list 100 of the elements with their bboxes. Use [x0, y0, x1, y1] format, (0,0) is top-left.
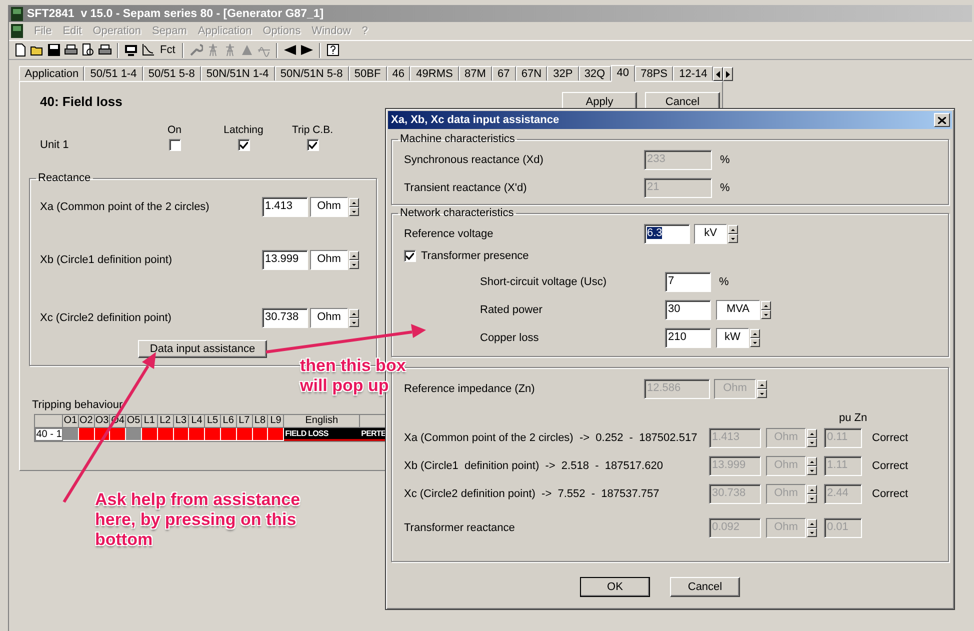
tab[interactable]: 32Q — [578, 66, 611, 81]
spin-down-button[interactable] — [349, 318, 359, 327]
spin-down-button[interactable] — [757, 389, 767, 398]
spin-up-button[interactable] — [349, 251, 359, 260]
unit-field[interactable]: Ohm — [310, 197, 348, 217]
triangle-right-icon — [726, 70, 730, 78]
checkbox[interactable] — [238, 139, 250, 151]
spin-down-button[interactable] — [807, 528, 817, 537]
curve-icon[interactable] — [141, 43, 155, 57]
function-button[interactable]: Fct — [158, 44, 178, 56]
new-file-icon[interactable] — [13, 43, 27, 57]
tab[interactable]: 50/51 5-8 — [142, 66, 201, 81]
close-button[interactable] — [934, 113, 950, 127]
text-field[interactable]: 30.738 — [262, 308, 308, 328]
spin-up-button[interactable] — [761, 301, 771, 310]
spin-up-button[interactable] — [349, 198, 359, 207]
arrow-right-icon[interactable] — [300, 43, 314, 57]
scroll-left-button[interactable] — [713, 67, 723, 81]
output-cell[interactable] — [158, 428, 174, 441]
print-icon[interactable] — [98, 43, 112, 57]
tab[interactable]: 40 — [610, 65, 635, 82]
triangle-left-icon — [716, 70, 720, 78]
app-icon[interactable] — [11, 24, 23, 38]
output-cell[interactable] — [63, 428, 79, 441]
unit-field[interactable]: kW — [716, 328, 749, 348]
tab[interactable]: 50/51 1-4 — [84, 66, 143, 81]
spin-down-button[interactable] — [349, 260, 359, 269]
text-field[interactable]: 6.3 — [644, 224, 690, 244]
checkbox-label: Transformer presence — [421, 250, 529, 262]
tab[interactable]: 12-14 — [673, 66, 714, 81]
status-label: Correct — [872, 488, 908, 500]
unit-field[interactable]: kV — [694, 224, 727, 244]
save-icon[interactable] — [47, 43, 61, 57]
spin-down-button[interactable] — [761, 310, 771, 319]
spin-up-button[interactable] — [750, 329, 760, 338]
output-cell[interactable] — [126, 428, 142, 441]
output-cell[interactable] — [174, 428, 190, 441]
monitor-icon[interactable] — [124, 43, 138, 57]
tab[interactable]: Application — [19, 66, 84, 81]
output-cell[interactable] — [236, 428, 253, 441]
spin-down-button[interactable] — [807, 466, 817, 475]
text-field[interactable]: 13.999 — [262, 250, 308, 270]
spin-down-button[interactable] — [349, 207, 359, 216]
checkbox[interactable] — [404, 250, 416, 262]
spin-up-button[interactable] — [349, 309, 359, 318]
text-field[interactable]: 7 — [665, 272, 711, 292]
tab[interactable]: 50BF — [348, 66, 386, 81]
spin-down-button[interactable] — [807, 438, 817, 447]
arrow-left-icon[interactable] — [283, 43, 298, 57]
ok-button[interactable]: OK — [580, 577, 650, 597]
print-preview-icon[interactable] — [81, 43, 95, 57]
field-label: Transient reactance (X'd) — [404, 182, 528, 194]
tab[interactable]: 87M — [458, 66, 492, 81]
spin-down-button[interactable] — [750, 338, 760, 347]
help-icon[interactable] — [326, 43, 340, 57]
scroll-right-button[interactable] — [723, 67, 733, 81]
spin-up-button[interactable] — [757, 380, 767, 389]
spin-up-button[interactable] — [807, 429, 817, 438]
spin-up-button[interactable] — [728, 225, 738, 234]
spin-down-button[interactable] — [728, 234, 738, 243]
unit-label: Unit 1 — [40, 139, 70, 151]
data-input-assistance-button[interactable]: Data input assistance — [138, 340, 267, 358]
output-cell[interactable] — [205, 428, 221, 441]
checkbox[interactable] — [306, 139, 318, 151]
unit-field[interactable]: Ohm — [310, 308, 348, 328]
field-label: Xb (Circle1 definition point) — [40, 254, 174, 266]
tab[interactable]: 50N/51N 5-8 — [274, 66, 349, 81]
tab[interactable]: 67N — [516, 66, 548, 81]
tab[interactable]: 67 — [492, 66, 516, 81]
tab[interactable]: 49RMS — [410, 66, 459, 81]
text-field[interactable]: 210 — [665, 328, 711, 348]
output-cell[interactable] — [220, 428, 237, 441]
message-cell: PERTE — [360, 428, 386, 441]
field-label: Xa (Common point of the 2 circles) — [40, 201, 210, 213]
unit-field[interactable]: MVA — [716, 300, 760, 320]
output-cell[interactable] — [252, 428, 268, 441]
spin-up-button[interactable] — [807, 519, 817, 528]
output-cell[interactable] — [189, 428, 206, 441]
tab[interactable]: 32P — [547, 66, 579, 81]
spin-up-button[interactable] — [807, 457, 817, 466]
tab[interactable]: 46 — [386, 66, 410, 81]
checkbox[interactable] — [168, 139, 180, 151]
output-cell[interactable] — [110, 428, 126, 441]
output-cell[interactable] — [142, 428, 158, 441]
unit-label: % — [720, 182, 730, 194]
text-field[interactable]: 30 — [665, 300, 711, 320]
output-cell[interactable] — [268, 428, 284, 441]
spin-down-button[interactable] — [807, 494, 817, 503]
print-icon[interactable] — [64, 43, 78, 57]
tab[interactable]: 50N/51N 1-4 — [200, 66, 275, 81]
check-mark-icon — [308, 142, 316, 148]
text-field[interactable]: 1.413 — [262, 197, 308, 217]
unit-field[interactable]: Ohm — [310, 250, 348, 270]
cancel-button[interactable]: Cancel — [670, 577, 740, 597]
spin-up-button[interactable] — [807, 485, 817, 494]
tab[interactable]: 78PS — [634, 66, 674, 81]
output-cell[interactable] — [78, 428, 95, 441]
unit-label: % — [720, 154, 730, 166]
wrench-icon[interactable] — [189, 43, 204, 57]
status-label: Correct — [872, 432, 908, 444]
